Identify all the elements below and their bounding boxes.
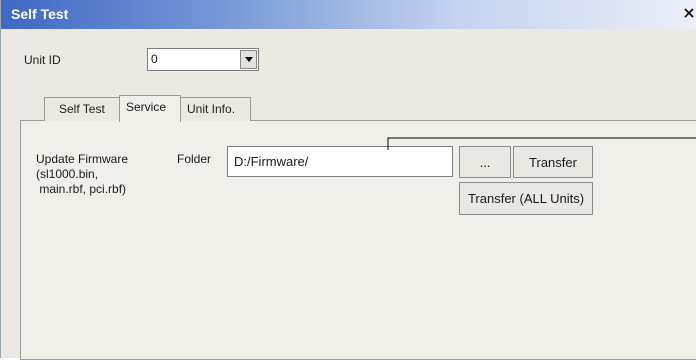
tab-unit-info[interactable]: Unit Info. (180, 97, 251, 121)
folder-input[interactable]: D:/Firmware/ (227, 146, 453, 177)
folder-label: Folder (177, 152, 212, 166)
transfer-button[interactable]: Transfer (513, 146, 593, 178)
browse-label: ... (479, 154, 491, 170)
unit-id-select[interactable]: 0 (147, 48, 259, 71)
chevron-down-icon (245, 57, 253, 62)
close-icon[interactable] (681, 7, 696, 22)
transfer-all-units-button[interactable]: Transfer (ALL Units) (459, 182, 593, 215)
transfer-all-label: Transfer (ALL Units) (467, 191, 585, 206)
unit-id-label: Unit ID (24, 53, 61, 67)
tab-label: Service (126, 100, 167, 114)
tab-self-test[interactable]: Self Test (44, 97, 121, 121)
dropdown-button[interactable] (240, 50, 257, 69)
transfer-label: Transfer (529, 154, 577, 170)
tab-service[interactable]: Service (119, 95, 181, 122)
folder-value: D:/Firmware/ (234, 154, 309, 169)
unit-id-value: 0 (151, 52, 158, 66)
title-bar[interactable]: Self Test (1, 0, 696, 29)
tab-label: Unit Info. (187, 102, 236, 116)
tab-label: Self Test (59, 102, 105, 116)
update-firmware-description: Update Firmware (sl1000.bin, main.rbf, p… (36, 152, 129, 196)
browse-button[interactable]: ... (459, 146, 511, 178)
self-test-dialog: Self Test Unit ID 0 Self Test Service Un… (0, 0, 696, 360)
window-title: Self Test (11, 6, 69, 22)
